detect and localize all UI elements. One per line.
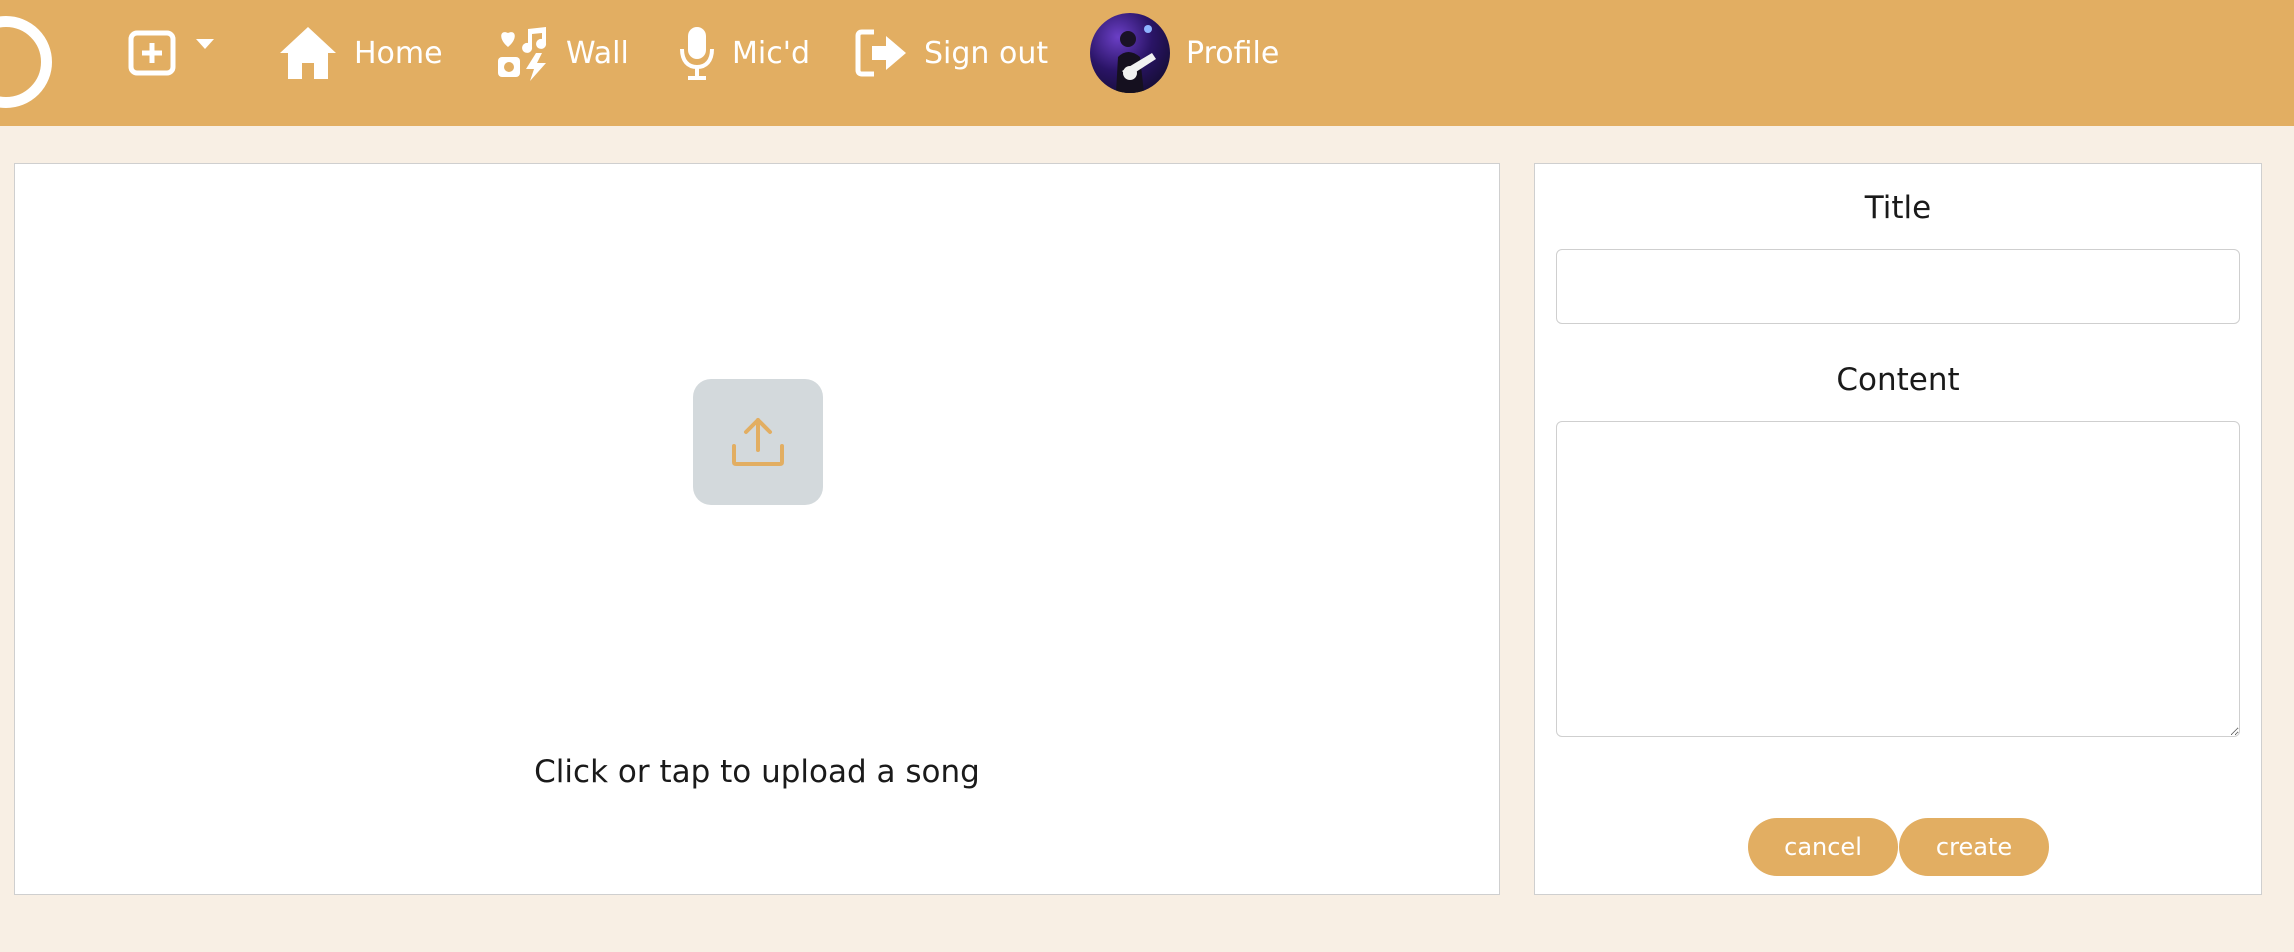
- nav-home[interactable]: Home: [278, 0, 443, 106]
- caret-down-icon: [196, 39, 214, 49]
- title-label: Title: [1864, 190, 1932, 226]
- nav-home-label: Home: [354, 35, 443, 71]
- create-menu-button[interactable]: [128, 0, 214, 106]
- top-navbar: Home Wall Mic'd Sign out Profile: [0, 0, 2294, 126]
- create-button[interactable]: create: [1899, 818, 2049, 876]
- profile-photo: [1116, 25, 1156, 93]
- microphone-icon: [680, 27, 714, 80]
- nav-sign-out[interactable]: Sign out: [854, 0, 1048, 106]
- nav-wall-label: Wall: [566, 35, 629, 71]
- nav-micd[interactable]: Mic'd: [678, 0, 810, 106]
- nav-sign-out-label: Sign out: [924, 35, 1049, 71]
- content-textarea[interactable]: [1556, 421, 2240, 737]
- upload-icon: [732, 418, 784, 466]
- nav-micd-label: Mic'd: [732, 35, 811, 71]
- nav-profile[interactable]: Profile: [1090, 0, 1279, 106]
- song-upload-area[interactable]: Click or tap to upload a song: [14, 163, 1500, 895]
- post-form: Title Content cancel create: [1534, 163, 2262, 895]
- cancel-button[interactable]: cancel: [1748, 818, 1898, 876]
- wall-media-icon: [498, 27, 547, 81]
- plus-square-icon: [128, 30, 176, 76]
- sign-out-icon: [855, 29, 906, 77]
- upload-instructions: Click or tap to upload a song: [534, 754, 980, 790]
- home-icon: [280, 27, 336, 79]
- logo[interactable]: [0, 16, 52, 108]
- nav-profile-label: Profile: [1186, 35, 1280, 71]
- upload-tile[interactable]: [693, 379, 823, 505]
- content-label: Content: [1836, 362, 1960, 398]
- avatar: [1090, 13, 1170, 93]
- title-input[interactable]: [1556, 249, 2240, 324]
- nav-wall[interactable]: Wall: [496, 0, 629, 106]
